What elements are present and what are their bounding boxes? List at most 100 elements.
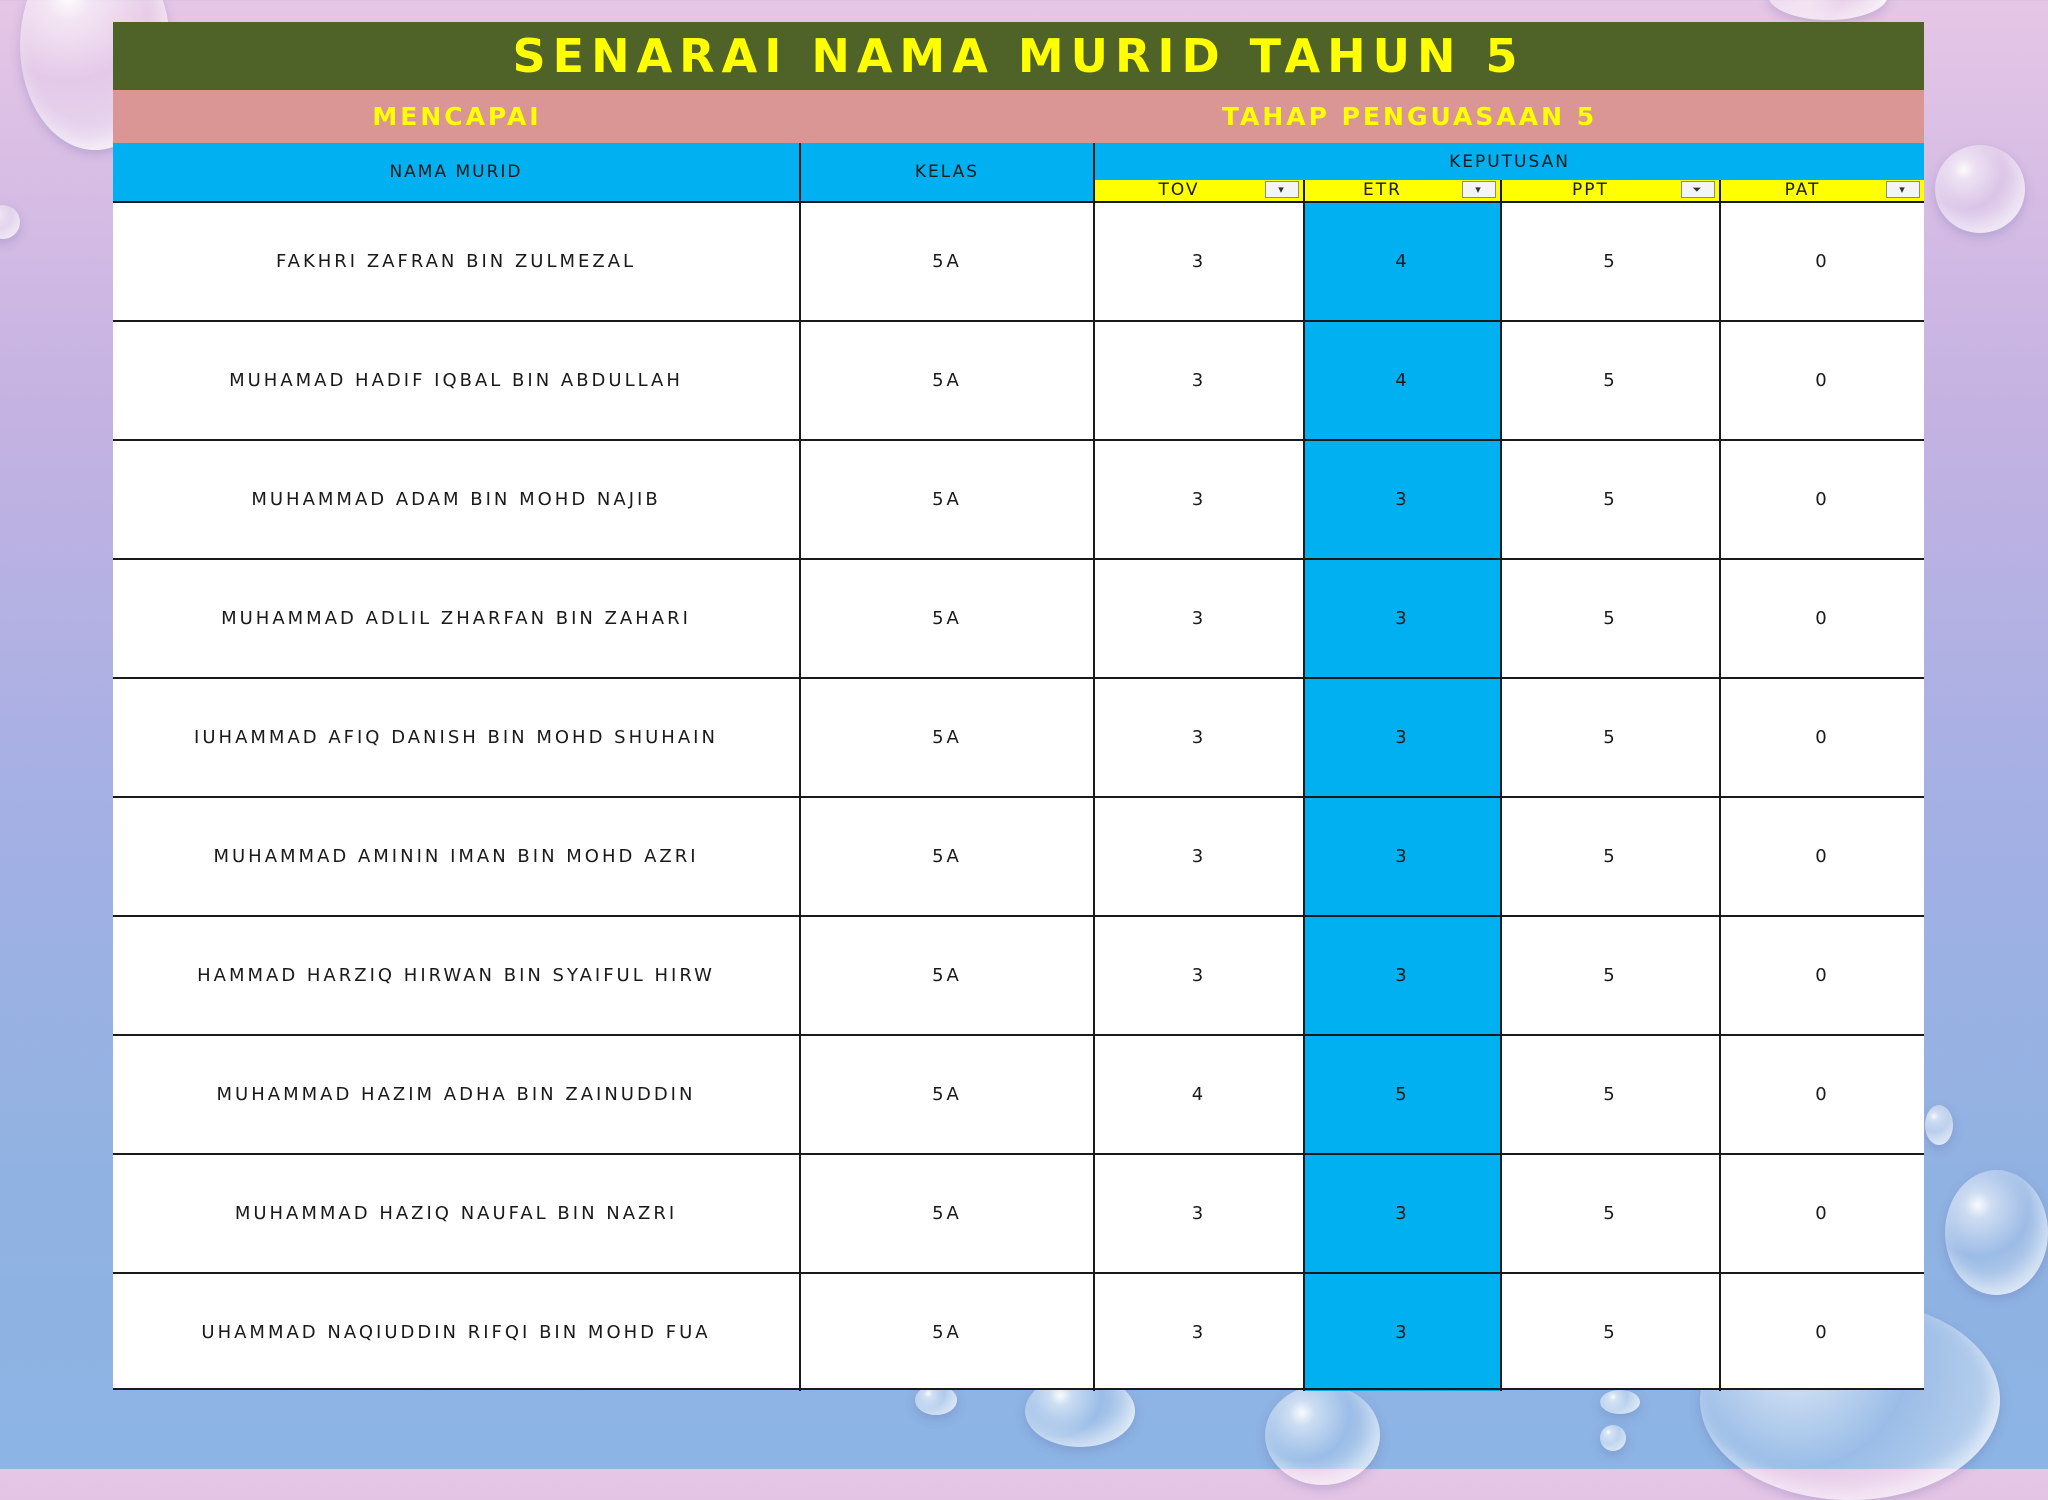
page-title: SENARAI NAMA MURID TAHUN 5 — [512, 29, 1525, 83]
column-header-etr-label: ETR — [1363, 180, 1402, 200]
column-header-etr: ETR ▾ — [1305, 180, 1502, 201]
decorative-bubble — [1935, 145, 2025, 233]
cell-etr[interactable]: 4 — [1305, 203, 1502, 320]
cell-nama[interactable]: MUHAMMAD HAZIM ADHA BIN ZAINUDDIN — [113, 1036, 801, 1153]
decorative-bubble — [1925, 1105, 1953, 1145]
cell-nama[interactable]: UHAMMAD NAQIUDDIN RIFQI BIN MOHD FUA — [113, 1274, 801, 1391]
decorative-bubble — [1600, 1425, 1626, 1451]
cell-etr[interactable]: 4 — [1305, 322, 1502, 439]
cell-pat[interactable]: 0 — [1721, 203, 1924, 320]
cell-pat[interactable]: 0 — [1721, 798, 1924, 915]
cell-nama[interactable]: FAKHRI ZAFRAN BIN ZULMEZAL — [113, 203, 801, 320]
student-list-sheet: SENARAI NAMA MURID TAHUN 5 MENCAPAI TAHA… — [113, 22, 1924, 1391]
table-row: MUHAMMAD ADLIL ZHARFAN BIN ZAHARI 5A 3 3… — [113, 558, 1924, 677]
cell-etr[interactable]: 3 — [1305, 1155, 1502, 1272]
cell-tov[interactable]: 3 — [1095, 203, 1305, 320]
header-kelas: KELAS — [801, 143, 1095, 201]
column-header-tov-label: TOV — [1158, 180, 1200, 200]
cell-nama[interactable]: IUHAMMAD AFIQ DANISH BIN MOHD SHUHAIN — [113, 679, 801, 796]
column-header-ppt: PPT ⏷ — [1502, 180, 1721, 201]
cell-ppt[interactable]: 5 — [1502, 441, 1721, 558]
cell-pat[interactable]: 0 — [1721, 441, 1924, 558]
cell-nama[interactable]: MUHAMAD HADIF IQBAL BIN ABDULLAH — [113, 322, 801, 439]
table-bottom-border — [113, 1388, 1924, 1390]
column-header-ppt-label: PPT — [1572, 180, 1609, 200]
cell-kelas[interactable]: 5A — [801, 203, 1095, 320]
cell-etr[interactable]: 3 — [1305, 679, 1502, 796]
cell-tov[interactable]: 3 — [1095, 560, 1305, 677]
cell-etr[interactable]: 3 — [1305, 917, 1502, 1034]
cell-etr[interactable]: 3 — [1305, 798, 1502, 915]
cell-tov[interactable]: 4 — [1095, 1036, 1305, 1153]
table-row: FAKHRI ZAFRAN BIN ZULMEZAL 5A 3 4 5 0 — [113, 201, 1924, 320]
cell-kelas[interactable]: 5A — [801, 322, 1095, 439]
table-row: MUHAMMAD HAZIQ NAUFAL BIN NAZRI 5A 3 3 5… — [113, 1153, 1924, 1272]
cell-nama[interactable]: MUHAMMAD AMININ IMAN BIN MOHD AZRI — [113, 798, 801, 915]
cell-ppt[interactable]: 5 — [1502, 679, 1721, 796]
cell-nama[interactable]: MUHAMMAD ADAM BIN MOHD NAJIB — [113, 441, 801, 558]
cell-ppt[interactable]: 5 — [1502, 560, 1721, 677]
cell-ppt[interactable]: 5 — [1502, 322, 1721, 439]
subtitle-right: TAHAP PENGUASAAN 5 — [1221, 102, 1598, 131]
dropdown-arrow-icon[interactable]: ▾ — [1462, 181, 1496, 198]
cell-etr[interactable]: 5 — [1305, 1036, 1502, 1153]
cell-pat[interactable]: 0 — [1721, 1036, 1924, 1153]
cell-kelas[interactable]: 5A — [801, 441, 1095, 558]
title-bar: SENARAI NAMA MURID TAHUN 5 — [113, 22, 1924, 90]
table-row: HAMMAD HARZIQ HIRWAN BIN SYAIFUL HIRW 5A… — [113, 915, 1924, 1034]
table-row: UHAMMAD NAQIUDDIN RIFQI BIN MOHD FUA 5A … — [113, 1272, 1924, 1391]
cell-tov[interactable]: 3 — [1095, 1155, 1305, 1272]
cell-ppt[interactable]: 5 — [1502, 1274, 1721, 1391]
subtitle-left: MENCAPAI — [372, 102, 542, 131]
dropdown-arrow-icon[interactable]: ▾ — [1265, 181, 1299, 198]
cell-ppt[interactable]: 5 — [1502, 917, 1721, 1034]
filter-icon[interactable]: ⏷ — [1681, 181, 1715, 198]
cell-ppt[interactable]: 5 — [1502, 1036, 1721, 1153]
cell-ppt[interactable]: 5 — [1502, 203, 1721, 320]
cell-tov[interactable]: 3 — [1095, 679, 1305, 796]
cell-kelas[interactable]: 5A — [801, 1036, 1095, 1153]
cell-tov[interactable]: 3 — [1095, 1274, 1305, 1391]
cell-kelas[interactable]: 5A — [801, 1155, 1095, 1272]
cell-tov[interactable]: 3 — [1095, 798, 1305, 915]
cell-nama[interactable]: HAMMAD HARZIQ HIRWAN BIN SYAIFUL HIRW — [113, 917, 801, 1034]
cell-ppt[interactable]: 5 — [1502, 1155, 1721, 1272]
header-nama-murid: NAMA MURID — [113, 143, 801, 201]
cell-kelas[interactable]: 5A — [801, 679, 1095, 796]
cell-pat[interactable]: 0 — [1721, 322, 1924, 439]
cell-nama[interactable]: MUHAMMAD HAZIQ NAUFAL BIN NAZRI — [113, 1155, 801, 1272]
decorative-bubble — [1945, 1170, 2048, 1295]
cell-tov[interactable]: 3 — [1095, 441, 1305, 558]
column-header-tov: TOV ▾ — [1095, 180, 1305, 201]
cell-pat[interactable]: 0 — [1721, 560, 1924, 677]
cell-pat[interactable]: 0 — [1721, 1155, 1924, 1272]
cell-tov[interactable]: 3 — [1095, 322, 1305, 439]
cell-pat[interactable]: 0 — [1721, 1274, 1924, 1391]
header-keputusan: KEPUTUSAN — [1095, 143, 1924, 180]
cell-etr[interactable]: 3 — [1305, 441, 1502, 558]
table-row: MUHAMMAD AMININ IMAN BIN MOHD AZRI 5A 3 … — [113, 796, 1924, 915]
table-row: MUHAMMAD ADAM BIN MOHD NAJIB 5A 3 3 5 0 — [113, 439, 1924, 558]
decorative-bubble — [1768, 0, 1888, 20]
table-row: MUHAMMAD HAZIM ADHA BIN ZAINUDDIN 5A 4 5… — [113, 1034, 1924, 1153]
cell-etr[interactable]: 3 — [1305, 1274, 1502, 1391]
subtitle-bar: MENCAPAI TAHAP PENGUASAAN 5 — [113, 90, 1924, 143]
decorative-bubble — [1600, 1390, 1640, 1414]
cell-kelas[interactable]: 5A — [801, 1274, 1095, 1391]
cell-ppt[interactable]: 5 — [1502, 798, 1721, 915]
cell-etr[interactable]: 3 — [1305, 560, 1502, 677]
table-row: IUHAMMAD AFIQ DANISH BIN MOHD SHUHAIN 5A… — [113, 677, 1924, 796]
decorative-bubble — [1265, 1385, 1380, 1485]
dropdown-arrow-icon[interactable]: ▾ — [1886, 181, 1920, 198]
cell-kelas[interactable]: 5A — [801, 917, 1095, 1034]
table-row: MUHAMAD HADIF IQBAL BIN ABDULLAH 5A 3 4 … — [113, 320, 1924, 439]
cell-nama[interactable]: MUHAMMAD ADLIL ZHARFAN BIN ZAHARI — [113, 560, 801, 677]
column-header-pat-label: PAT — [1784, 180, 1821, 200]
decorative-bubble — [0, 205, 20, 239]
cell-kelas[interactable]: 5A — [801, 560, 1095, 677]
cell-kelas[interactable]: 5A — [801, 798, 1095, 915]
cell-tov[interactable]: 3 — [1095, 917, 1305, 1034]
column-header-pat: PAT ▾ — [1721, 180, 1924, 201]
cell-pat[interactable]: 0 — [1721, 917, 1924, 1034]
cell-pat[interactable]: 0 — [1721, 679, 1924, 796]
